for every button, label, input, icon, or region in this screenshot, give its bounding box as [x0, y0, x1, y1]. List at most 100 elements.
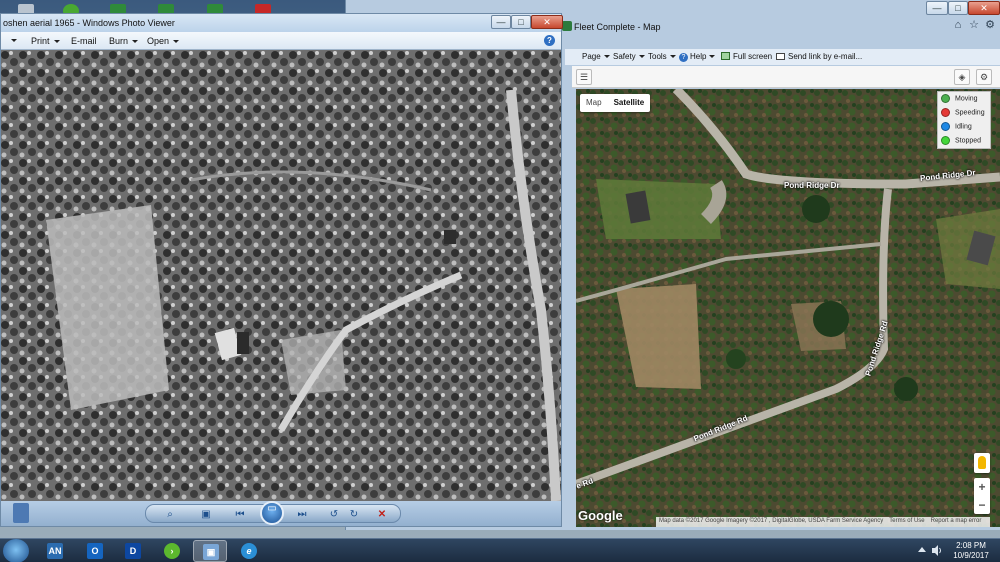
chevron-down-icon[interactable] [11, 39, 17, 42]
aerial-photo [1, 50, 561, 501]
help-icon: ? [679, 53, 688, 62]
minimize-button[interactable]: — [491, 15, 511, 29]
chevron-down-icon [638, 55, 645, 58]
map-toolbar: ☰ ◈ ⚙ [572, 66, 1000, 88]
aerial-photo-image [1, 50, 561, 501]
taskbar-play-app[interactable]: › [155, 540, 189, 562]
photo-viewer-menubar: Print E-mail Burn Open ? [1, 32, 561, 50]
photo-viewer-titlebar[interactable]: oshen aerial 1965 - Windows Photo Viewer… [1, 14, 563, 32]
playback-controls: ⌕ ▣ ⏮ ▭ ⏭ ↺ ↻ ✕ [145, 501, 401, 525]
speaker-icon[interactable] [932, 545, 942, 556]
browser-tab-title[interactable]: Fleet Complete - Map [574, 22, 661, 32]
menu-help[interactable]: ? Help [679, 52, 716, 62]
zoom-out-button[interactable]: − [974, 496, 990, 514]
slideshow-icon[interactable]: ▭ [260, 501, 284, 525]
an-app-icon: AN [47, 543, 63, 559]
full-screen-button[interactable]: Full screen [721, 52, 772, 61]
menu-safety[interactable]: Safety [613, 52, 645, 61]
chevron-down-icon [53, 40, 60, 43]
menu-print-label: Print [31, 36, 50, 46]
close-button[interactable]: ✕ [531, 15, 563, 29]
rotate-left-icon[interactable]: ↺ [326, 509, 342, 521]
internet-explorer-icon: e [241, 543, 257, 559]
legend-speeding: Speeding [941, 108, 985, 120]
menu-burn[interactable]: Burn [109, 36, 139, 46]
d-app-icon: D [125, 543, 141, 559]
taskbar-photo-viewer[interactable]: ▣ [193, 540, 227, 562]
menu-tools-label: Tools [648, 52, 667, 61]
send-link-button[interactable]: Send link by e-mail... [776, 52, 862, 61]
map-imagery[interactable] [576, 89, 1000, 527]
previous-icon[interactable]: ⏮ [232, 509, 248, 521]
zoom-in-button[interactable]: + [974, 478, 990, 496]
vehicle-status-legend: Moving Speeding Idling Stopped [937, 91, 991, 149]
zoom-icon[interactable]: ⌕ [162, 509, 178, 521]
map-attribution: Map data ©2017 Google Imagery ©2017 , Di… [656, 517, 991, 527]
photo-viewer-icon: ▣ [203, 544, 219, 560]
next-icon[interactable]: ⏭ [294, 509, 310, 521]
road-label-pond-ridge-dr: Pond Ridge Dr [784, 181, 840, 190]
site-favicon [562, 21, 572, 31]
map-data-credit: Map data ©2017 Google Imagery ©2017 , Di… [659, 518, 884, 524]
legend-stopped-label: Stopped [955, 137, 982, 145]
help-icon[interactable]: ? [544, 35, 555, 46]
legend-stopped: Stopped [941, 136, 981, 148]
menu-print[interactable]: Print [31, 36, 60, 46]
show-hidden-icons-icon[interactable] [918, 547, 926, 552]
taskbar-outlook[interactable]: O [78, 540, 112, 562]
photo-viewer-window: oshen aerial 1965 - Windows Photo Viewer… [0, 13, 563, 527]
satellite-map[interactable]: Map Satellite Moving Speeding Idling Stop… [576, 89, 1000, 527]
menu-email[interactable]: E-mail [71, 36, 97, 46]
gear-icon[interactable]: ⚙ [976, 69, 992, 85]
google-logo: Google [578, 508, 623, 523]
map-type-satellite-button[interactable]: Satellite [608, 94, 651, 111]
menu-help-label: Help [690, 52, 707, 61]
zoom-control: + − [974, 478, 990, 514]
search-list-icon[interactable]: ☰ [576, 69, 592, 85]
mail-icon [776, 53, 785, 60]
legend-idling: Idling [941, 122, 972, 134]
browser-close-button[interactable]: ✕ [968, 1, 1000, 15]
maximize-button[interactable]: □ [511, 15, 531, 29]
browser-maximize-button[interactable]: □ [948, 1, 968, 15]
rotate-right-icon[interactable]: ↻ [346, 509, 362, 521]
taskbar-internet-explorer[interactable]: e [232, 540, 266, 562]
start-button[interactable] [3, 539, 29, 562]
system-clock[interactable]: 2:08 PM 10/9/2017 [949, 541, 993, 561]
favorites-star-icon[interactable]: ☆ [966, 18, 982, 32]
layers-icon[interactable]: ◈ [954, 69, 970, 85]
moving-status-icon [941, 94, 950, 103]
settings-gear-icon[interactable]: ⚙ [982, 18, 998, 32]
full-screen-label: Full screen [733, 52, 773, 61]
terms-of-use-link[interactable]: Terms of Use [889, 518, 924, 524]
menu-open[interactable]: Open [147, 36, 180, 46]
map-type-control: Map Satellite [580, 94, 651, 112]
taskbar: AN O D › ▣ e 2:08 PM 10/9/2017 [0, 538, 1000, 562]
home-icon[interactable]: ⌂ [950, 18, 966, 32]
chevron-down-icon [132, 40, 139, 43]
menu-page[interactable]: Page [582, 52, 610, 61]
photo-viewer-controls: ⌕ ▣ ⏮ ▭ ⏭ ↺ ↻ ✕ [1, 501, 561, 526]
menu-page-label: Page [582, 52, 601, 61]
legend-speeding-label: Speeding [955, 109, 985, 117]
taskbar-d-app[interactable]: D [116, 540, 150, 562]
taskbar-an-app[interactable]: AN [38, 540, 72, 562]
stopped-status-icon [941, 136, 950, 145]
street-view-pegman[interactable] [974, 453, 990, 473]
actual-size-icon[interactable]: ▣ [198, 509, 214, 521]
browser-minimize-button[interactable]: — [926, 1, 948, 15]
menu-tools[interactable]: Tools [648, 52, 676, 61]
delete-icon[interactable]: ✕ [374, 509, 390, 521]
idling-status-icon [941, 122, 950, 131]
menu-email-label: E-mail [71, 36, 97, 46]
menu-open-label: Open [147, 36, 170, 46]
map-type-map-button[interactable]: Map [580, 94, 608, 111]
chevron-down-icon [669, 55, 676, 58]
clock-time: 2:08 PM [956, 541, 986, 550]
report-map-error-link[interactable]: Report a map error [931, 518, 982, 524]
send-link-label: Send link by e-mail... [788, 52, 863, 61]
outlook-icon: O [87, 543, 103, 559]
chevron-down-icon [709, 55, 716, 58]
command-bar: Page Safety Tools ? Help Full screen Send… [565, 49, 1000, 65]
legend-moving: Moving [941, 94, 978, 106]
